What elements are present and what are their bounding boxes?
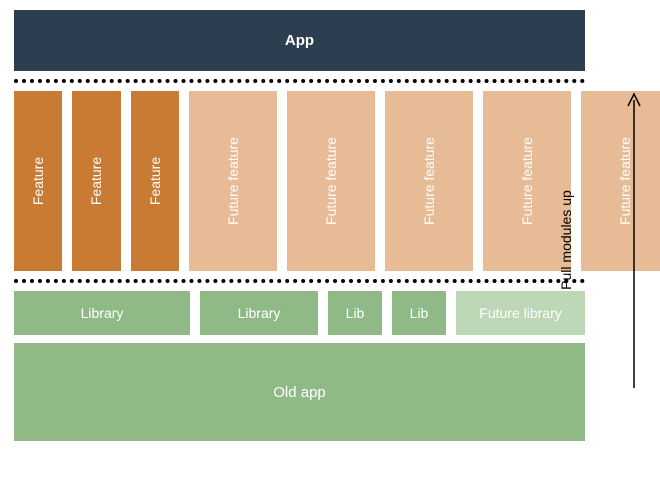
library-label: Lib	[346, 305, 365, 321]
library-block: Library	[14, 291, 190, 335]
feature-label: Future feature	[421, 137, 437, 225]
library-block: Lib	[392, 291, 446, 335]
library-label: Library	[238, 305, 281, 321]
libraries-row: LibraryLibraryLibLibFuture library	[14, 291, 585, 335]
library-block: Lib	[328, 291, 382, 335]
library-block: Library	[200, 291, 318, 335]
feature-label: Future feature	[225, 137, 241, 225]
feature-block: Feature	[72, 91, 120, 271]
feature-block: Feature	[131, 91, 179, 271]
feature-block: Future feature	[385, 91, 473, 271]
old-app-label: Old app	[273, 384, 326, 401]
app-block: App	[14, 10, 585, 71]
feature-block: Feature	[14, 91, 62, 271]
feature-block: Future feature	[189, 91, 277, 271]
pull-modules-annotation: Pull modules up	[516, 90, 642, 390]
library-label: Lib	[410, 305, 429, 321]
features-row: Feature Feature Feature Future feature Futur…	[14, 91, 585, 271]
diagram-stack: App FeatureFeatureFeatureFuture featureF…	[14, 10, 585, 441]
feature-block: Future feature	[287, 91, 375, 271]
feature-label: Feature	[30, 157, 46, 205]
feature-label: Future feature	[323, 137, 339, 225]
feature-label: Feature	[147, 157, 163, 205]
divider-top	[14, 79, 585, 83]
old-app-block: Old app	[14, 343, 585, 441]
arrow-up-icon	[626, 90, 642, 390]
annotation-label: Pull modules up	[558, 190, 574, 290]
divider-bottom	[14, 279, 585, 283]
library-label: Library	[81, 305, 124, 321]
app-label: App	[285, 32, 314, 49]
feature-label: Feature	[88, 157, 104, 205]
